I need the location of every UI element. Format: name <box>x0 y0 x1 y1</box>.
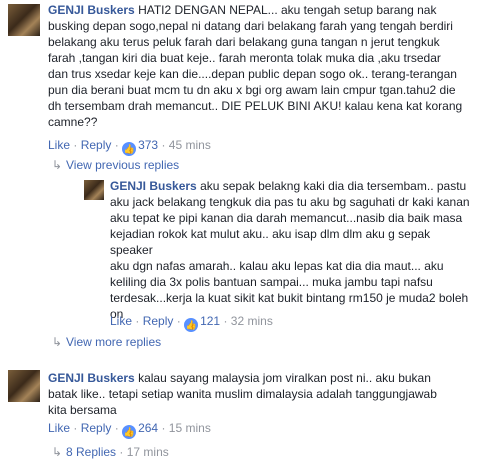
comment-author[interactable]: GENJI Buskers <box>48 3 135 17</box>
replies-link[interactable]: ↳ 8 Replies · 17 mins <box>52 444 169 460</box>
timestamp[interactable]: 15 mins <box>169 421 211 435</box>
like-count[interactable]: 121 <box>200 314 220 328</box>
comment-actions: Like · Reply · 👍 121 · 32 mins <box>110 314 273 332</box>
comment-text: aku sepak belakng kaki dia dia tersembam… <box>110 179 470 321</box>
like-count[interactable]: 373 <box>138 138 158 152</box>
view-previous-replies-link[interactable]: ↳ View previous replies <box>52 157 179 173</box>
thumbs-up-icon: 👍 <box>122 142 137 156</box>
comment-body: GENJI Buskers HATI2 DENGAN NEPAL... aku … <box>48 2 476 130</box>
like-count[interactable]: 264 <box>138 421 158 435</box>
avatar[interactable] <box>84 180 104 200</box>
like-button[interactable]: Like <box>48 138 70 152</box>
thumbs-up-icon: 👍 <box>122 425 137 439</box>
comment-body: GENJI Buskers aku sepak belakng kaki dia… <box>110 178 476 322</box>
like-button[interactable]: Like <box>48 421 70 435</box>
timestamp[interactable]: 45 mins <box>169 138 211 152</box>
comment-body: GENJI Buskers kalau sayang malaysia jom … <box>48 370 476 418</box>
comment-actions: Like · Reply · 👍 264 · 15 mins <box>48 421 211 439</box>
comment-text: HATI2 DENGAN NEPAL... aku tengah setup b… <box>48 3 463 129</box>
view-more-replies-link[interactable]: ↳ View more replies <box>52 334 161 350</box>
comment-author[interactable]: GENJI Buskers <box>110 179 197 193</box>
reply-button[interactable]: Reply <box>143 314 174 328</box>
reply-button[interactable]: Reply <box>81 421 112 435</box>
reply-arrow-icon: ↳ <box>52 445 63 459</box>
comment-actions: Like · Reply · 👍 373 · 45 mins <box>48 138 211 156</box>
avatar[interactable] <box>8 4 40 36</box>
avatar[interactable] <box>8 370 40 402</box>
timestamp[interactable]: 32 mins <box>231 314 273 328</box>
timestamp: 17 mins <box>126 445 169 459</box>
reply-arrow-icon: ↳ <box>52 335 63 349</box>
thumbs-up-icon: 👍 <box>184 318 199 332</box>
like-button[interactable]: Like <box>110 314 132 328</box>
reply-arrow-icon: ↳ <box>52 158 63 172</box>
reply-button[interactable]: Reply <box>81 138 112 152</box>
comment-author[interactable]: GENJI Buskers <box>48 371 135 385</box>
